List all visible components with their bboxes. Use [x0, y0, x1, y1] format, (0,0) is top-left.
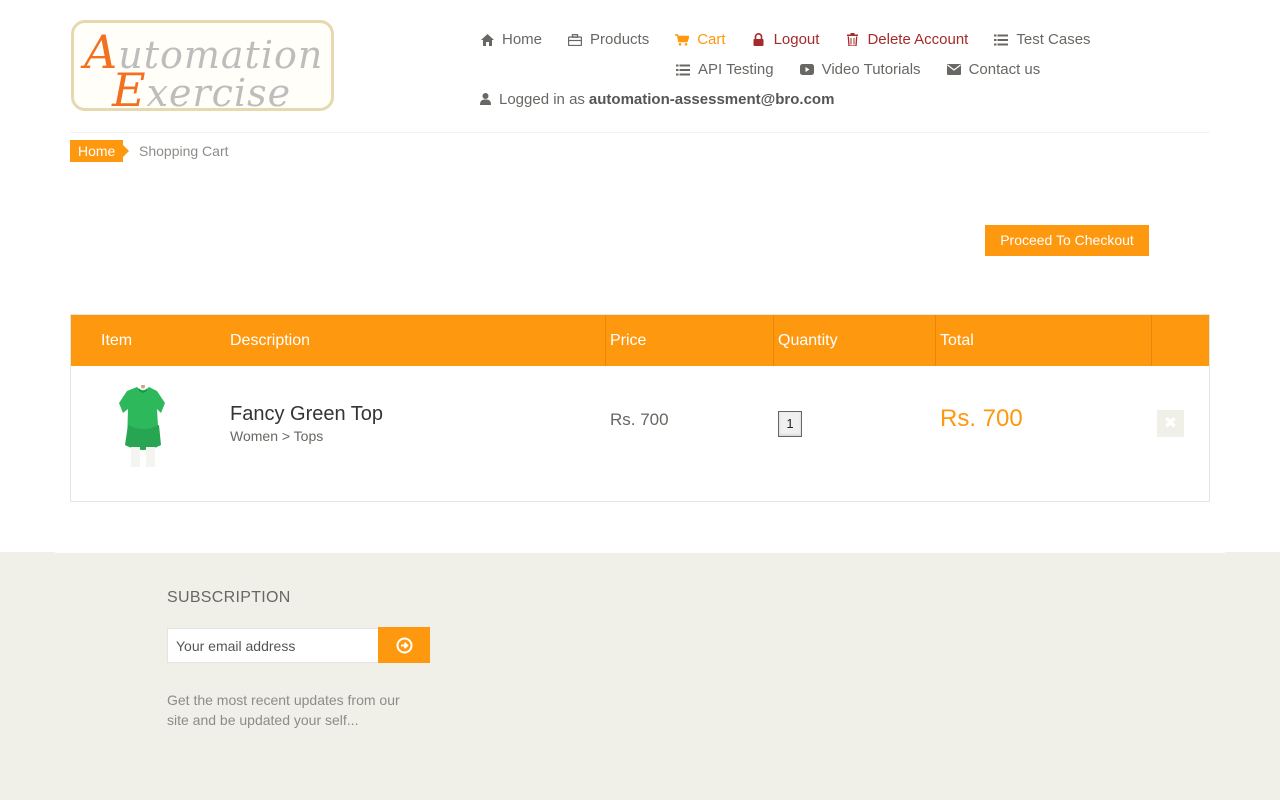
- user-icon: [480, 93, 492, 106]
- nav-home-label: Home: [502, 31, 543, 48]
- product-category: Women > Tops: [230, 428, 324, 444]
- product-total: Rs. 700: [940, 405, 1023, 432]
- nav-logout-label: Logout: [773, 31, 820, 48]
- nav-api-testing-label: API Testing: [698, 61, 774, 78]
- breadcrumb-current: Shopping Cart: [139, 143, 229, 159]
- site-logo[interactable]: Automation Exercise: [71, 20, 334, 117]
- nav-video-tutorials[interactable]: Video Tutorials: [799, 61, 921, 78]
- nav-api-testing[interactable]: API Testing: [676, 61, 774, 78]
- column-header-total: Total: [940, 332, 974, 349]
- envelope-icon: [946, 63, 961, 77]
- product-quantity[interactable]: 1: [778, 411, 802, 437]
- logo-word-exercise: Exercise: [112, 63, 292, 117]
- product-name-link[interactable]: Fancy Green Top: [230, 403, 383, 426]
- lock-icon: [752, 33, 766, 47]
- subscription-description: Get the most recent updates from our sit…: [167, 692, 400, 728]
- close-icon: ✖: [1163, 415, 1178, 432]
- column-separator: [773, 315, 774, 366]
- trash-icon: [845, 33, 859, 47]
- product-price: Rs. 700: [610, 410, 669, 429]
- arrow-circle-right-icon: [396, 637, 413, 654]
- column-separator: [605, 315, 606, 366]
- main-nav-row-2: API Testing Video Tutorials Contact us: [676, 61, 1066, 78]
- nav-test-cases[interactable]: Test Cases: [994, 31, 1091, 48]
- nav-cart[interactable]: Cart: [675, 31, 726, 48]
- nav-logout[interactable]: Logout: [752, 31, 820, 48]
- logged-in-status: Logged in as automation-assessment@bro.c…: [480, 91, 834, 108]
- remove-item-button[interactable]: ✖: [1157, 410, 1184, 437]
- proceed-to-checkout-button[interactable]: Proceed To Checkout: [985, 225, 1149, 256]
- nav-contact-us-label: Contact us: [968, 61, 1041, 78]
- column-header-description: Description: [230, 332, 311, 349]
- youtube-icon: [799, 63, 814, 77]
- column-header-quantity: Quantity: [778, 332, 838, 349]
- cart-table-header: Item Description Price Quantity Total: [71, 315, 1209, 366]
- nav-products-label: Products: [590, 31, 650, 48]
- logged-in-text: Logged in as automation-assessment@bro.c…: [480, 91, 834, 108]
- breadcrumb-home[interactable]: Home: [70, 140, 130, 162]
- list-icon: [994, 33, 1009, 47]
- header-divider: [70, 132, 1210, 133]
- logged-in-prefix: Logged in as: [499, 91, 585, 108]
- nav-products[interactable]: Products: [568, 31, 649, 48]
- footer-divider: [55, 552, 1225, 553]
- main-nav-row-1: Home Products Cart Logout Delete Account…: [480, 31, 1117, 48]
- nav-contact-us[interactable]: Contact us: [946, 61, 1041, 78]
- column-header-price: Price: [610, 332, 647, 349]
- subscription-email-input[interactable]: [167, 628, 379, 663]
- product-image[interactable]: [115, 384, 171, 467]
- subscribe-button[interactable]: [378, 627, 430, 663]
- nav-cart-label: Cart: [697, 31, 726, 48]
- cart-table: Item Description Price Quantity Total Fa…: [70, 314, 1210, 502]
- nav-home[interactable]: Home: [480, 31, 542, 48]
- column-separator: [935, 315, 936, 366]
- list-icon: [676, 63, 690, 77]
- subscription-title: SUBSCRIPTION: [167, 589, 291, 606]
- nav-video-tutorials-label: Video Tutorials: [821, 61, 921, 78]
- cart-icon: [675, 33, 690, 47]
- home-icon: [480, 33, 494, 47]
- logged-in-username: automation-assessment@bro.com: [588, 91, 835, 108]
- column-separator: [1151, 315, 1152, 366]
- nav-delete-account[interactable]: Delete Account: [845, 31, 968, 48]
- column-header-item: Item: [101, 332, 133, 349]
- nav-test-cases-label: Test Cases: [1016, 31, 1091, 48]
- briefcase-icon: [568, 33, 583, 47]
- nav-delete-account-label: Delete Account: [867, 31, 969, 48]
